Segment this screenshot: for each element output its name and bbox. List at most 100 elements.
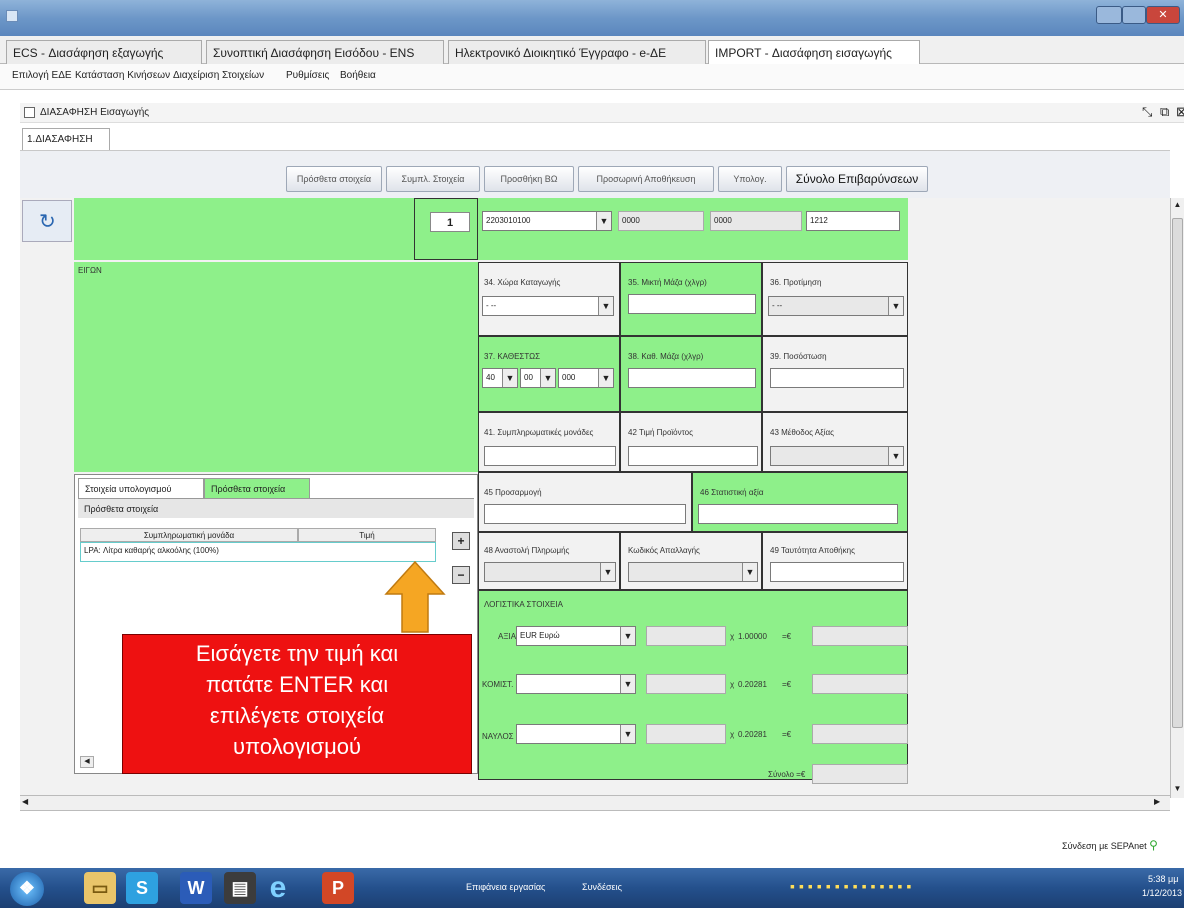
exemption-select[interactable]: ▼ [628, 562, 758, 582]
scroll-thumb[interactable] [1172, 218, 1183, 728]
value-amount-input[interactable] [646, 626, 726, 646]
procedure-select-3[interactable]: 000 ▼ [558, 368, 614, 388]
field-46-label: 46 Στατιστική αξία [700, 488, 764, 497]
commission-currency-select[interactable]: ▼ [516, 674, 636, 694]
refresh-button[interactable]: ↻ [22, 200, 72, 242]
additional-header: Πρόσθετα στοιχεία [78, 498, 474, 518]
col-header-unit: Συμπληρωματική μονάδα [80, 528, 298, 542]
remove-row-button[interactable]: − [452, 566, 470, 584]
close-frame-icon[interactable]: ⊠ [1176, 104, 1184, 120]
times-sign: χ [730, 730, 735, 739]
skype-icon[interactable]: S [126, 872, 158, 904]
field-36-label: 36. Προτίμηση [770, 278, 822, 287]
maximize-icon[interactable]: ⧉ [1160, 104, 1169, 120]
taric-code-4[interactable]: 1212 [806, 211, 900, 231]
chevron-down-icon: ▼ [888, 297, 903, 315]
commission-amount-input[interactable] [646, 674, 726, 694]
tab-additional[interactable]: Πρόσθετα στοιχεία [204, 478, 310, 498]
powerpoint-icon[interactable]: P [322, 872, 354, 904]
warehouse-id-input[interactable] [770, 562, 904, 582]
accounting-title: ΛΟΓΙΣΤΙΚΑ ΣΤΟΙΧΕΙΑ [484, 600, 563, 609]
menu-item-select[interactable]: Επιλογή ΕΔΕ [12, 70, 72, 81]
scroll-left-icon[interactable]: ◀ [22, 797, 28, 806]
commission-rate: 0.20281 [738, 680, 767, 689]
field-48-label: 48 Αναστολή Πληρωμής [484, 546, 570, 555]
gross-mass-input[interactable] [628, 294, 756, 314]
clock-time: 5:38 μμ [1148, 874, 1179, 884]
tab-ecs[interactable]: ECS - Διασάφηση εξαγωγής [6, 40, 202, 64]
quota-input[interactable] [770, 368, 904, 388]
procedure-select-1[interactable]: 40 ▼ [482, 368, 518, 388]
frame-title: ΔΙΑΣΑΦΗΣΗ Εισαγωγής [40, 107, 150, 118]
task-connections[interactable]: Συνδέσεις [582, 882, 622, 892]
supplementary-data-button[interactable]: Συμπλ. Στοιχεία [386, 166, 480, 192]
scroll-up-icon[interactable]: ▲ [1171, 198, 1184, 212]
field-42-label: 42 Τιμή Προϊόντος [628, 428, 693, 437]
commission-label: ΚΟΜΙΣΤ. [482, 680, 514, 689]
scroll-right-icon[interactable]: ▶ [1154, 797, 1160, 806]
freight-amount-input[interactable] [646, 724, 726, 744]
adjustment-input[interactable] [484, 504, 686, 524]
payment-method-select[interactable]: ▼ [484, 562, 616, 582]
tab-declaration[interactable]: 1.ΔΙΑΣΑΦΗΣΗ [22, 128, 110, 150]
close-button[interactable]: ✕ [1146, 6, 1180, 24]
value-suffix: =€ [782, 632, 792, 641]
chevron-down-icon: ▼ [596, 212, 611, 230]
media-icon[interactable]: ▤ [224, 872, 256, 904]
supplementary-units-input[interactable] [484, 446, 616, 466]
restore-icon[interactable]: ⤡ [1142, 104, 1152, 120]
net-mass-input[interactable] [628, 368, 756, 388]
country-origin-select[interactable]: - -- ▼ [482, 296, 614, 316]
chevron-down-icon: ▼ [598, 297, 613, 315]
chevron-down-icon: ▼ [888, 447, 903, 465]
value-result [812, 626, 908, 646]
total-charges-button[interactable]: Σύνολο Επιβαρύνσεων [786, 166, 928, 192]
commodity-code-select[interactable]: 2203010100 ▼ [482, 211, 612, 231]
calculate-button[interactable]: Υπολογ. [718, 166, 782, 192]
menu-item-status[interactable]: Κατάσταση Κινήσεων [75, 70, 170, 81]
add-item-button[interactable]: Προσθήκη ΒΩ [484, 166, 574, 192]
start-button[interactable]: ❖ [10, 872, 44, 906]
row-value-input[interactable] [300, 544, 434, 560]
maximize-button[interactable] [1122, 6, 1146, 24]
preference-select[interactable]: - -- ▼ [768, 296, 904, 316]
task-desktop[interactable]: Επιφάνεια εργασίας [466, 882, 545, 892]
tab-ens[interactable]: Συνοπτική Διασάφηση Εισόδου - ENS [206, 40, 444, 64]
taric-code-2[interactable]: 0000 [618, 211, 704, 231]
procedure-select-2[interactable]: 00 ▼ [520, 368, 556, 388]
temp-save-button[interactable]: Προσωρινή Αποθήκευση [578, 166, 714, 192]
chevron-down-icon: ▼ [742, 563, 757, 581]
scroll-down-icon[interactable]: ▼ [1171, 782, 1184, 796]
menu-item-manage[interactable]: Διαχείριση Στοιχείων [173, 70, 264, 81]
valuation-method-select[interactable]: ▼ [770, 446, 904, 466]
menu-item-settings[interactable]: Ρυθμίσεις [286, 70, 329, 81]
vertical-scrollbar[interactable]: ▲ ▼ [1170, 198, 1184, 798]
field-35-label: 35. Μικτή Μάζα (χλγρ) [628, 278, 707, 287]
callout-line-1: Εισάγετε την τιμή και [195, 641, 399, 666]
statistical-value-input[interactable] [698, 504, 898, 524]
value-label: ΑΞΙΑ [498, 632, 517, 641]
word-icon[interactable]: W [180, 872, 212, 904]
folder-icon[interactable]: ▭ [84, 872, 116, 904]
field-38-label: 38. Καθ. Μάζα (χλγρ) [628, 352, 704, 361]
app-icon [6, 10, 18, 22]
menu-item-help[interactable]: Βοήθεια [340, 70, 376, 81]
taric-code-3[interactable]: 0000 [710, 211, 802, 231]
additional-data-button[interactable]: Πρόσθετα στοιχεία [286, 166, 382, 192]
times-sign: χ [730, 680, 735, 689]
tab-e-de[interactable]: Ηλεκτρονικό Διοικητικό Έγγραφο - e-ΔΕ [448, 40, 706, 64]
minimize-button[interactable] [1096, 6, 1122, 24]
item-price-input[interactable] [628, 446, 758, 466]
tab-import[interactable]: IMPORT - Διασάφηση εισαγωγής [708, 40, 920, 64]
panel-hscroll-left-icon[interactable]: ◀ [80, 756, 94, 768]
add-row-button[interactable]: + [452, 532, 470, 550]
window-titlebar: ✕ [0, 0, 1184, 36]
value-currency-select[interactable]: EUR Ευρώ ▼ [516, 626, 636, 646]
freight-label: ΝΑΥΛΟΣ [482, 732, 514, 741]
tab-calculation[interactable]: Στοιχεία υπολογισμού [78, 478, 204, 498]
connection-icon: ⚲ [1149, 838, 1158, 852]
browser-icon[interactable]: e [262, 872, 294, 904]
chevron-down-icon: ▼ [598, 369, 613, 387]
horizontal-scrollbar[interactable]: ◀ ▶ [20, 795, 1170, 811]
freight-currency-select[interactable]: ▼ [516, 724, 636, 744]
